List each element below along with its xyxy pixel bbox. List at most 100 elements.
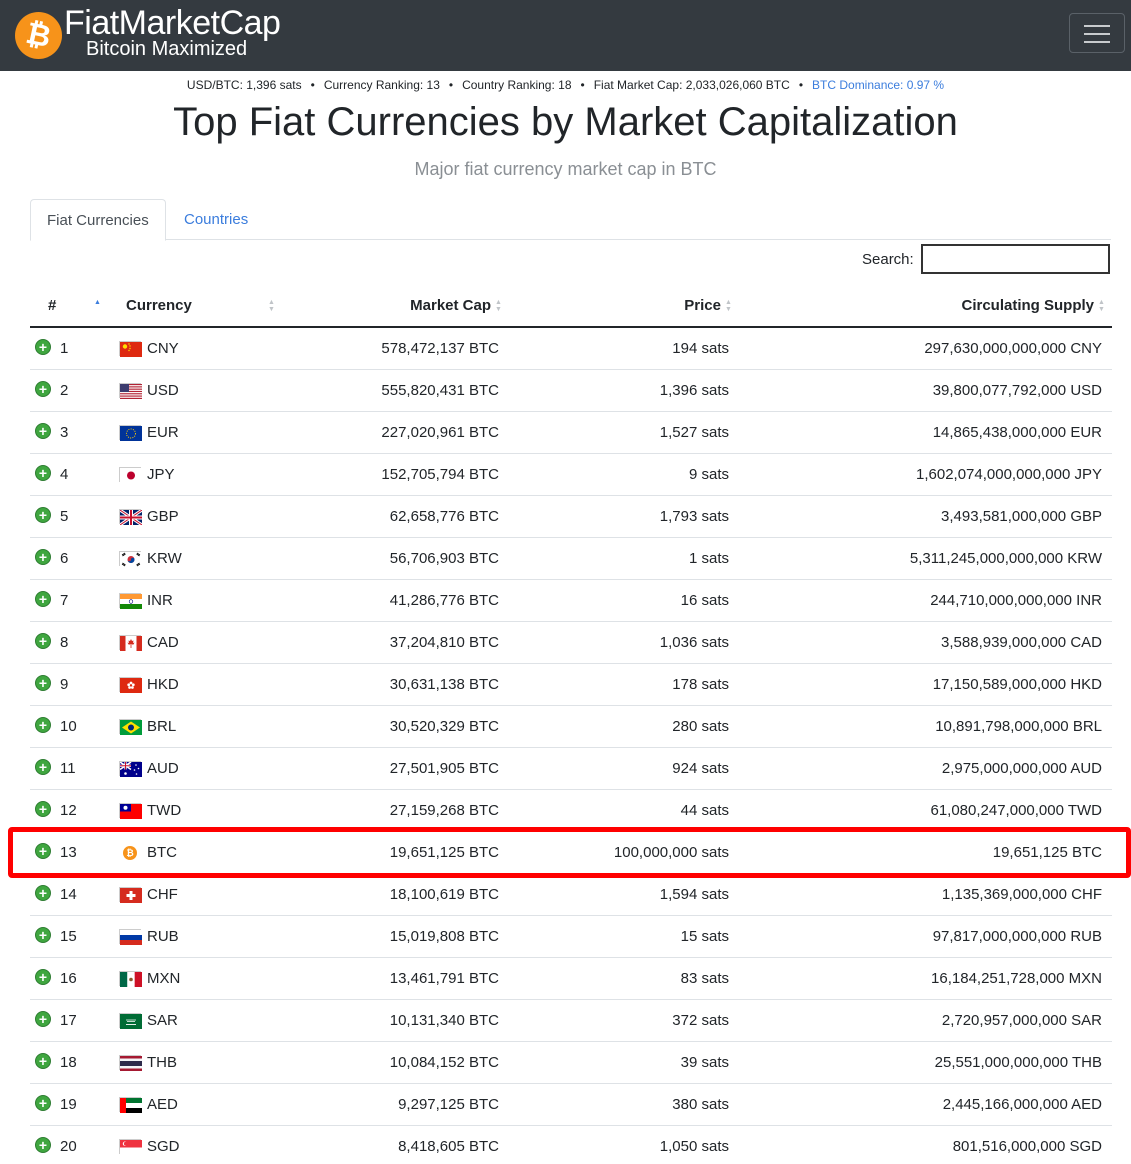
- header-rank[interactable]: #: [48, 285, 56, 326]
- tab-countries[interactable]: Countries: [168, 199, 264, 240]
- sort-icon[interactable]: ▲ ▼: [725, 299, 733, 313]
- price-cell: 100,000,000 sats: [613, 844, 729, 861]
- table-row[interactable]: + 17 SAR 10,131,340 BTC 372 sats 2,720,9…: [30, 1000, 1112, 1042]
- table-row[interactable]: + 8 CAD 37,204,810 BTC 1,036 sats 3,588,…: [30, 622, 1112, 664]
- expand-row-icon[interactable]: +: [35, 507, 51, 523]
- table-row[interactable]: + 14 CHF 18,100,619 BTC 1,594 sats 1,135…: [30, 874, 1112, 916]
- search-input[interactable]: [921, 244, 1110, 274]
- currency-code-cell[interactable]: INR: [147, 580, 173, 622]
- table-row[interactable]: + 3 EUR 227,020,961 BTC 1,527 sats 14,86…: [30, 412, 1112, 454]
- currency-code-cell[interactable]: KRW: [147, 538, 182, 580]
- currency-code-cell[interactable]: THB: [147, 1042, 177, 1084]
- table-row[interactable]: + 15 RUB 15,019,808 BTC 15 sats 97,817,0…: [30, 916, 1112, 958]
- tab-bar: Fiat Currencies Countries: [30, 199, 1111, 241]
- expand-row-icon[interactable]: +: [35, 423, 51, 439]
- table-row[interactable]: + 12 TWD 27,159,268 BTC 44 sats 61,080,2…: [30, 790, 1112, 832]
- currency-code-cell[interactable]: TWD: [147, 790, 181, 832]
- stat-btc-dominance-link[interactable]: BTC Dominance: 0.97 %: [812, 78, 944, 92]
- sort-icon[interactable]: ▲ ▼: [268, 299, 276, 313]
- expand-row-icon[interactable]: +: [35, 885, 51, 901]
- currency-code-cell[interactable]: CHF: [147, 874, 178, 916]
- table-row[interactable]: + 2 USD 555,820,431 BTC 1,396 sats 39,80…: [30, 370, 1112, 412]
- currency-code-cell[interactable]: AED: [147, 1084, 178, 1126]
- price-cell: 9 sats: [688, 466, 729, 483]
- expand-row-icon[interactable]: +: [35, 1095, 51, 1111]
- stat-fiat-market-cap: Fiat Market Cap: 2,033,026,060 BTC: [593, 78, 790, 92]
- rank-cell: 10: [60, 718, 77, 735]
- table-row[interactable]: + 5 GBP 62,658,776 BTC 1,793 sats 3,493,…: [30, 496, 1112, 538]
- currency-code-cell[interactable]: SGD: [147, 1126, 180, 1164]
- sort-asc-icon[interactable]: ▲: [94, 299, 102, 306]
- table-row[interactable]: + 7 INR 41,286,776 BTC 16 sats 244,710,0…: [30, 580, 1112, 622]
- currency-code-cell[interactable]: SAR: [147, 1000, 178, 1042]
- price-cell: 83 sats: [680, 970, 729, 987]
- expand-row-icon[interactable]: +: [35, 1011, 51, 1027]
- expand-row-icon[interactable]: +: [35, 591, 51, 607]
- brand-subtitle[interactable]: Bitcoin Maximized: [86, 37, 247, 61]
- table-row[interactable]: + 19 AED 9,297,125 BTC 380 sats 2,445,16…: [30, 1084, 1112, 1126]
- currency-code-cell[interactable]: BTC: [147, 832, 177, 874]
- expand-row-icon[interactable]: +: [35, 675, 51, 691]
- search-label: Search:: [862, 251, 914, 268]
- table-row[interactable]: + 20 SGD 8,418,605 BTC 1,050 sats 801,51…: [30, 1126, 1112, 1164]
- price-cell: 194 sats: [672, 340, 729, 357]
- table-row[interactable]: + 13 ₿ BTC 19,651,125 BTC 100,000,000 sa…: [30, 832, 1112, 874]
- currency-code-cell[interactable]: JPY: [147, 454, 175, 496]
- circulating-supply-cell: 2,720,957,000,000 SAR: [941, 1012, 1102, 1029]
- header-currency[interactable]: Currency: [126, 285, 192, 326]
- expand-row-icon[interactable]: +: [35, 465, 51, 481]
- price-cell: 372 sats: [672, 1012, 729, 1029]
- expand-row-icon[interactable]: +: [35, 633, 51, 649]
- circulating-supply-cell: 2,975,000,000,000 AUD: [941, 760, 1102, 777]
- header-circulating-supply[interactable]: Circulating Supply: [961, 285, 1094, 326]
- menu-toggle-button[interactable]: [1069, 13, 1125, 53]
- market-cap-cell: 37,204,810 BTC: [389, 634, 499, 651]
- table-row[interactable]: + 9 HKD 30,631,138 BTC 178 sats 17,150,5…: [30, 664, 1112, 706]
- currency-code-cell[interactable]: GBP: [147, 496, 179, 538]
- stat-usd-btc: USD/BTC: 1,396 sats: [186, 78, 302, 92]
- expand-row-icon[interactable]: +: [35, 969, 51, 985]
- price-cell: 1 sats: [688, 550, 729, 567]
- currency-code-cell[interactable]: CAD: [147, 622, 179, 664]
- currency-code-cell[interactable]: CNY: [147, 328, 179, 370]
- currency-code-cell[interactable]: RUB: [147, 916, 179, 958]
- expand-row-icon[interactable]: +: [35, 339, 51, 355]
- expand-row-icon[interactable]: +: [35, 927, 51, 943]
- table-row[interactable]: + 11 AUD 27,501,905 BTC 924 sats 2,975,0…: [30, 748, 1112, 790]
- header-price[interactable]: Price: [684, 285, 721, 326]
- price-cell: 280 sats: [672, 718, 729, 735]
- expand-row-icon[interactable]: +: [35, 1053, 51, 1069]
- table-body: + 1 CNY 578,472,137 BTC 194 sats 297,630…: [30, 328, 1112, 1164]
- currency-code-cell[interactable]: MXN: [147, 958, 180, 1000]
- table-row[interactable]: + 18 THB 10,084,152 BTC 39 sats 25,551,0…: [30, 1042, 1112, 1084]
- table-row[interactable]: + 1 CNY 578,472,137 BTC 194 sats 297,630…: [30, 328, 1112, 370]
- circulating-supply-cell: 244,710,000,000,000 INR: [930, 592, 1102, 609]
- circulating-supply-cell: 25,551,000,000,000 THB: [934, 1054, 1102, 1071]
- sort-icon[interactable]: ▲ ▼: [1098, 299, 1106, 313]
- bitcoin-icon: ₿: [123, 846, 137, 860]
- hkd-flag-icon: [119, 677, 142, 693]
- expand-row-icon[interactable]: +: [35, 381, 51, 397]
- table-row[interactable]: + 4 JPY 152,705,794 BTC 9 sats 1,602,074…: [30, 454, 1112, 496]
- bitcoin-logo-icon[interactable]: ₿: [15, 12, 62, 59]
- sort-icon[interactable]: ▲ ▼: [495, 299, 503, 313]
- expand-row-icon[interactable]: +: [35, 1137, 51, 1153]
- table-row[interactable]: + 10 BRL 30,520,329 BTC 280 sats 10,891,…: [30, 706, 1112, 748]
- chf-flag-icon: [119, 887, 142, 903]
- expand-row-icon[interactable]: +: [35, 759, 51, 775]
- currency-code-cell[interactable]: EUR: [147, 412, 179, 454]
- tab-fiat-currencies[interactable]: Fiat Currencies: [30, 199, 166, 241]
- table-row[interactable]: + 6 KRW 56,706,903 BTC 1 sats 5,311,245,…: [30, 538, 1112, 580]
- table-row[interactable]: + 16 MXN 13,461,791 BTC 83 sats 16,184,2…: [30, 958, 1112, 1000]
- market-cap-cell: 8,418,605 BTC: [398, 1138, 499, 1155]
- expand-row-icon[interactable]: +: [35, 843, 51, 859]
- expand-row-icon[interactable]: +: [35, 549, 51, 565]
- hamburger-icon: [1084, 33, 1110, 35]
- expand-row-icon[interactable]: +: [35, 717, 51, 733]
- currency-code-cell[interactable]: HKD: [147, 664, 179, 706]
- currency-code-cell[interactable]: AUD: [147, 748, 179, 790]
- expand-row-icon[interactable]: +: [35, 801, 51, 817]
- header-market-cap[interactable]: Market Cap: [410, 285, 491, 326]
- currency-code-cell[interactable]: BRL: [147, 706, 176, 748]
- currency-code-cell[interactable]: USD: [147, 370, 179, 412]
